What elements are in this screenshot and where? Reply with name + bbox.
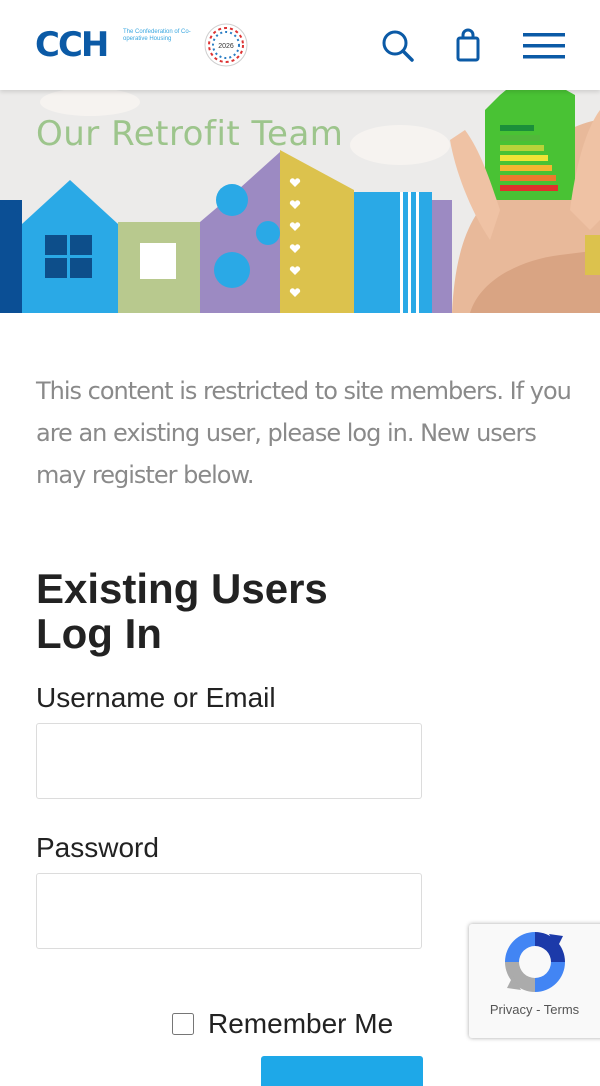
badge-text: 2026 [218,43,234,50]
recaptcha-badge[interactable]: Privacy - Terms [469,924,600,1038]
username-input[interactable] [36,723,422,799]
hamburger-menu-icon[interactable] [522,26,566,66]
anniversary-badge-icon: 2026 [204,23,248,67]
hero-title: Our Retrofit Team [36,114,344,154]
login-heading: Existing Users Log In [36,565,328,657]
password-label: Password [36,832,159,863]
recaptcha-logo-icon [505,932,565,992]
cch-logo[interactable]: CCH The Confederation of Co-operative Ho… [35,22,255,68]
password-input[interactable] [36,873,422,949]
login-submit-button[interactable] [261,1056,423,1086]
username-label: Username or Email [36,682,276,713]
recaptcha-links: Privacy - Terms [469,1002,600,1017]
recaptcha-terms-link[interactable]: Terms [544,1002,579,1017]
recaptcha-separator: - [532,1002,544,1017]
recaptcha-privacy-link[interactable]: Privacy [490,1002,533,1017]
site-header: CCH The Confederation of Co-operative Ho… [0,0,600,90]
logo-subtitle: The Confederation of Co-operative Housin… [123,29,191,42]
remember-me-checkbox[interactable] [172,1013,194,1035]
search-icon[interactable] [377,26,417,66]
restricted-content-notice: This content is restricted to site membe… [36,377,572,489]
logo-wordmark: CCH [35,25,109,65]
remember-me[interactable]: Remember Me [172,1006,393,1042]
remember-me-label: Remember Me [208,1008,394,1039]
shopping-bag-icon[interactable] [448,26,488,66]
